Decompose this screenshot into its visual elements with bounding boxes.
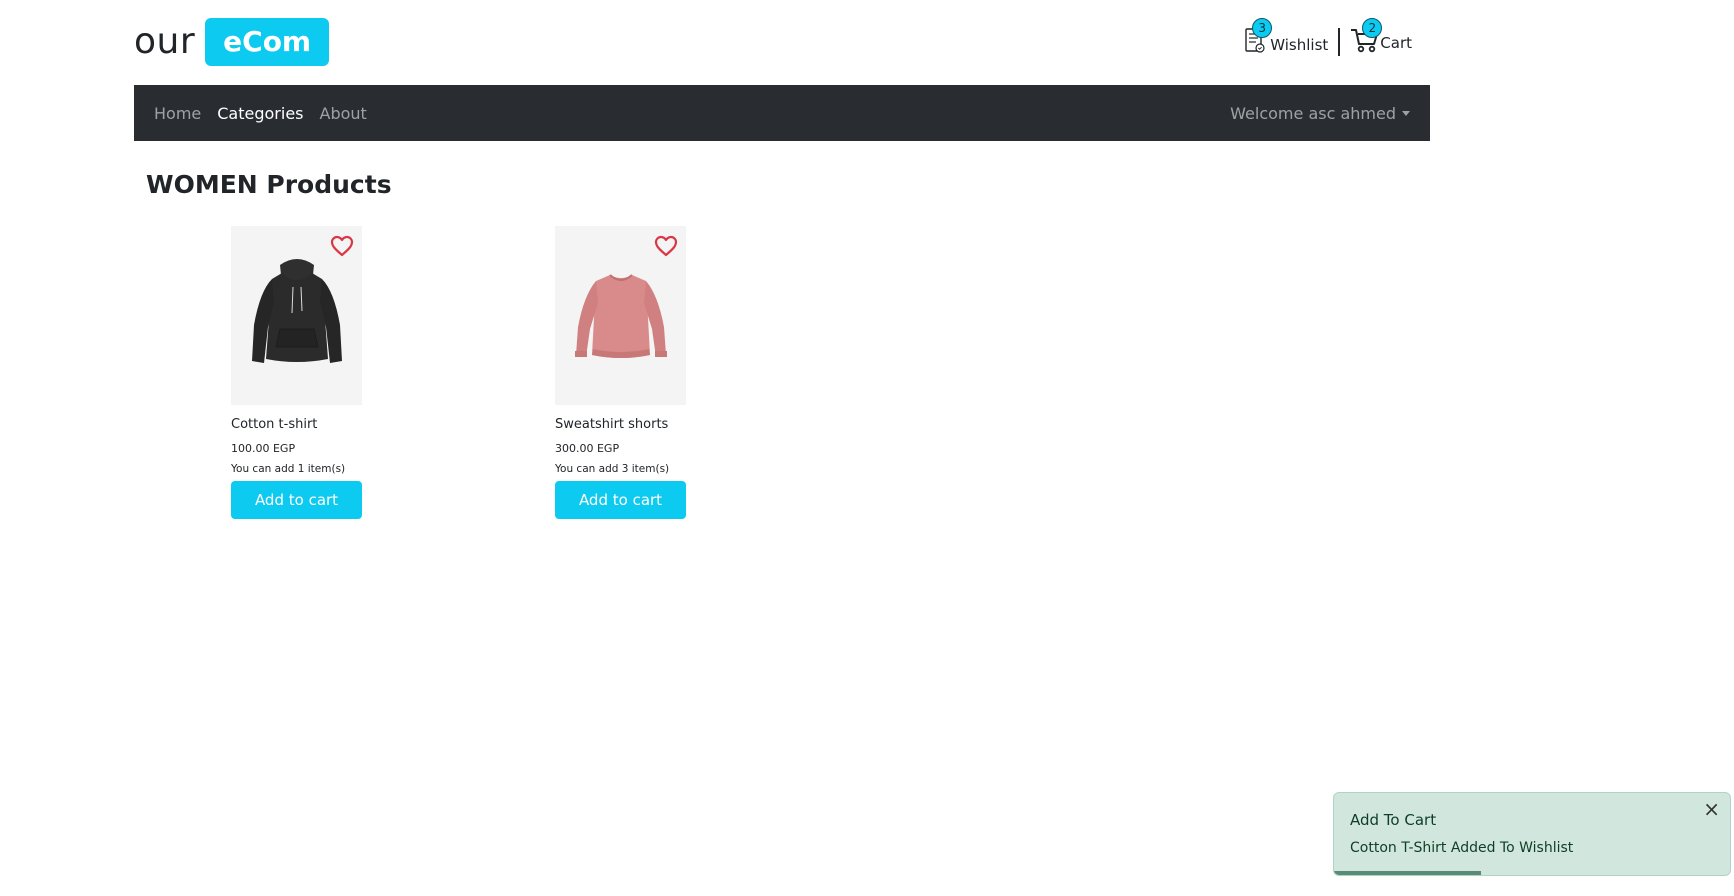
- product-card: Sweatshirt shorts 300.00 EGP You can add…: [555, 226, 686, 519]
- cart-icon-wrap: 2: [1350, 18, 1383, 58]
- nav-item-categories[interactable]: Categories: [217, 104, 303, 123]
- product-image[interactable]: [555, 226, 686, 405]
- add-to-cart-button[interactable]: Add to cart: [231, 481, 362, 519]
- nav-item-home[interactable]: Home: [154, 104, 201, 123]
- pink-sweatshirt-image: [574, 273, 667, 358]
- wishlist-label: Wishlist: [1270, 36, 1329, 54]
- black-hoodie-image: [251, 258, 342, 363]
- add-to-cart-button[interactable]: Add to cart: [555, 481, 686, 519]
- cart-link[interactable]: 2 Cart: [1350, 18, 1412, 58]
- close-icon[interactable]: ×: [1703, 799, 1720, 819]
- cart-label: Cart: [1380, 34, 1412, 52]
- site-header: our eCom 3 Wishlist 2 Cart: [134, 0, 1430, 84]
- wishlist-icon-wrap: 3: [1244, 18, 1273, 58]
- heart-icon[interactable]: [330, 234, 354, 258]
- product-price: 300.00 EGP: [555, 442, 620, 455]
- wishlist-link[interactable]: 3 Wishlist: [1244, 18, 1329, 58]
- product-image[interactable]: [231, 226, 362, 405]
- page-title: WOMEN Products: [146, 170, 392, 199]
- logo[interactable]: our eCom: [134, 18, 330, 66]
- product-stock: You can add 1 item(s): [231, 463, 346, 475]
- nav-item-about[interactable]: About: [320, 104, 367, 123]
- toast-progress-bar: [1334, 871, 1481, 875]
- product-price: 100.00 EGP: [231, 442, 296, 455]
- toast-message: Cotton T-Shirt Added To Wishlist: [1350, 840, 1574, 856]
- header-actions: 3 Wishlist 2 Cart: [1244, 14, 1412, 70]
- logo-text: our: [134, 21, 196, 62]
- product-name: Cotton t-shirt: [231, 417, 318, 432]
- product-name: Sweatshirt shorts: [555, 417, 669, 432]
- user-menu-label: Welcome asc ahmed: [1230, 103, 1396, 123]
- wishlist-count-badge: 3: [1252, 18, 1273, 38]
- main-navbar: Home Categories About Welcome asc ahmed: [134, 85, 1430, 141]
- toast-notification: × Add To Cart Cotton T-Shirt Added To Wi…: [1333, 792, 1731, 876]
- logo-badge: eCom: [205, 18, 330, 66]
- product-stock: You can add 3 item(s): [555, 463, 670, 475]
- user-menu-dropdown[interactable]: Welcome asc ahmed: [1230, 104, 1410, 123]
- chevron-down-icon: [1402, 110, 1410, 116]
- heart-icon[interactable]: [654, 234, 678, 258]
- header-divider: [1338, 28, 1341, 56]
- product-card: Cotton t-shirt 100.00 EGP You can add 1 …: [231, 226, 362, 519]
- toast-title: Add To Cart: [1350, 811, 1437, 829]
